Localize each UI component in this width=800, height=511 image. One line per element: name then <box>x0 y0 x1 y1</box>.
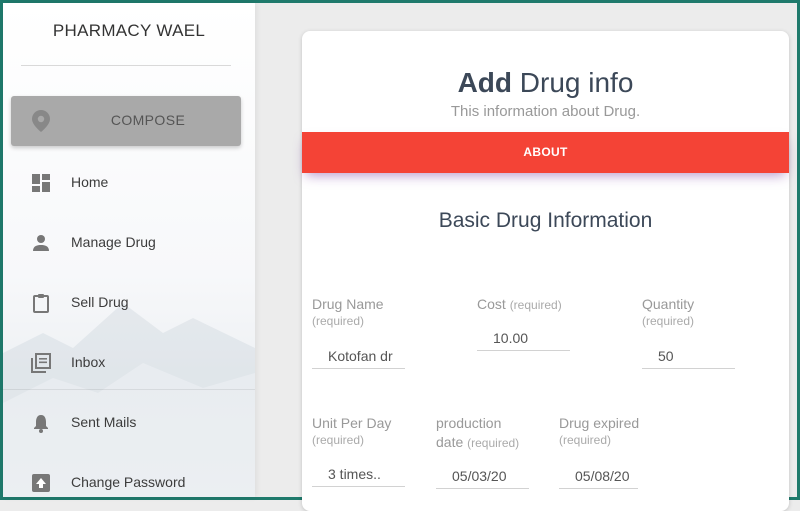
library-books-icon <box>31 353 51 373</box>
sidebar-item-label: Sell Drug <box>71 294 129 310</box>
cost-input[interactable] <box>477 325 570 351</box>
compose-label: COMPOSE <box>110 112 186 128</box>
sidebar-item-label: Change Password <box>71 474 186 490</box>
section-title: Basic Drug Information <box>438 209 653 232</box>
clipboard-icon <box>33 294 49 313</box>
cost-label-text: Cost <box>477 296 506 312</box>
bell-icon <box>34 415 48 433</box>
sidebar-item-home[interactable]: Home <box>3 163 255 203</box>
quantity-label: Quantity <box>642 296 695 312</box>
required-hint: (required) <box>467 436 520 450</box>
brand-title[interactable]: PHARMACY WAEL <box>3 21 255 41</box>
divider <box>3 389 255 390</box>
required-hint: (required) <box>312 314 365 328</box>
drug-expired-input[interactable] <box>559 463 638 489</box>
unit-per-day-label: Unit Per Day <box>312 415 392 431</box>
quantity-field: Quantity (required) <box>642 295 735 369</box>
sidebar: PHARMACY WAEL COMPOSE Home Manage Drug S… <box>3 3 255 497</box>
page-subtitle: This information about Drug. <box>450 103 641 120</box>
production-date-label-line2: date (required) <box>436 433 519 453</box>
person-icon <box>33 235 49 251</box>
quantity-input[interactable] <box>642 343 735 369</box>
cost-field: Cost (required) <box>477 295 570 351</box>
unit-per-day-input[interactable] <box>312 461 405 487</box>
compose-button[interactable]: COMPOSE <box>11 96 241 146</box>
title-rest: Drug info <box>512 67 634 98</box>
required-hint: (required) <box>312 433 365 447</box>
drug-name-label: Drug Name <box>312 296 384 312</box>
required-hint: (required) <box>509 298 562 312</box>
production-date-input[interactable] <box>436 463 529 489</box>
tab-about-label: ABOUT <box>523 145 568 159</box>
production-date-label: production <box>436 415 502 431</box>
required-hint: (required) <box>642 314 695 328</box>
dashboard-icon <box>32 174 50 192</box>
sidebar-item-inbox[interactable]: Inbox <box>3 343 255 383</box>
sidebar-item-sent-mails[interactable]: Sent Mails <box>3 403 255 443</box>
production-date-field: production date (required) <box>436 414 529 489</box>
upload-icon <box>32 474 50 492</box>
title-bold: Add <box>457 67 513 98</box>
sidebar-item-label: Inbox <box>71 354 106 370</box>
sidebar-item-sell-drug[interactable]: Sell Drug <box>3 283 255 323</box>
cost-label: Cost (required) <box>477 295 562 315</box>
drug-expired-field: Drug expired (required) <box>559 414 640 489</box>
drug-name-input[interactable] <box>312 343 405 369</box>
drug-name-field: Drug Name (required) <box>312 295 405 369</box>
required-hint: (required) <box>559 433 612 447</box>
add-drug-card: Add Drug info This information about Dru… <box>302 31 789 511</box>
sidebar-item-label: Sent Mails <box>71 414 137 430</box>
drug-expired-label: Drug expired <box>559 415 640 431</box>
page-title: Add Drug info <box>302 67 789 99</box>
sidebar-item-label: Manage Drug <box>71 234 156 250</box>
divider <box>21 65 231 66</box>
sidebar-item-label: Home <box>71 174 109 190</box>
unit-per-day-field: Unit Per Day (required) <box>312 414 405 487</box>
sidebar-item-change-password[interactable]: Change Password <box>3 463 255 497</box>
production-date-label-text: date <box>436 434 464 450</box>
tab-about[interactable]: ABOUT <box>302 132 789 173</box>
sidebar-item-manage-drug[interactable]: Manage Drug <box>3 223 255 263</box>
